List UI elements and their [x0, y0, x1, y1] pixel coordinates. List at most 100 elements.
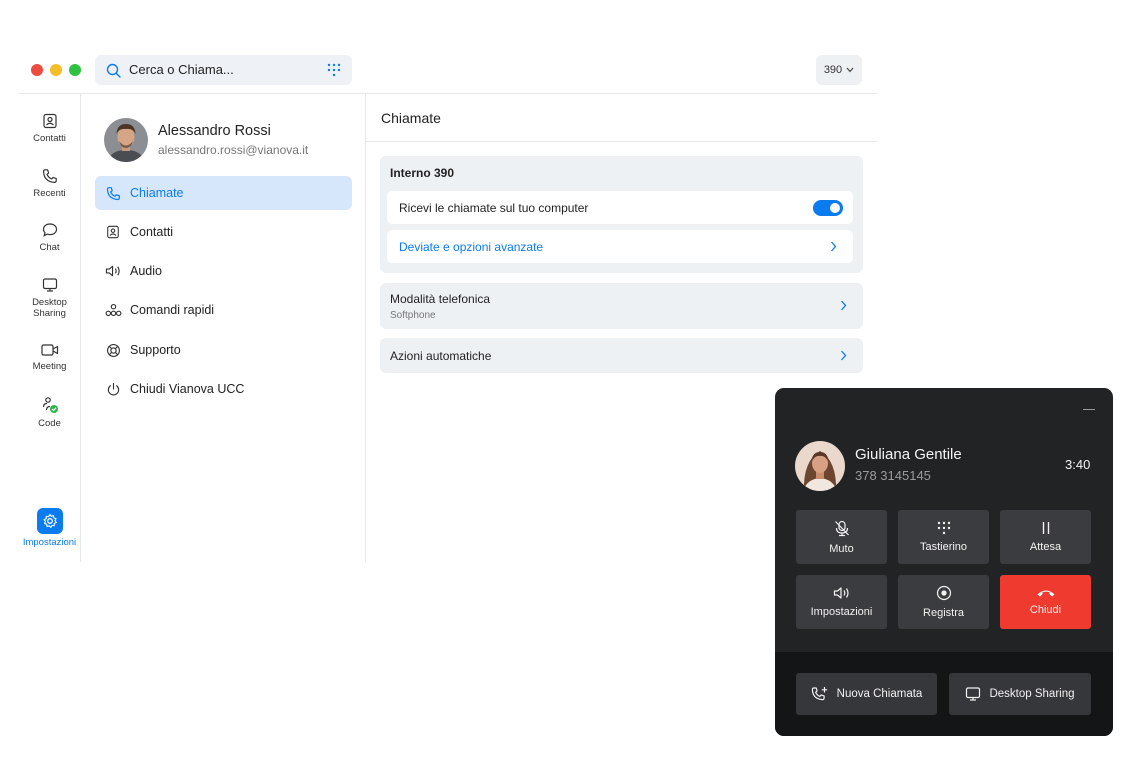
chat-bubble-icon: [42, 222, 58, 238]
settings-button[interactable]: [37, 508, 63, 534]
menu-label: Chiudi Vianova UCC: [130, 382, 245, 396]
search-input[interactable]: Cerca o Chiama...: [129, 62, 234, 77]
receive-calls-label: Ricevi le chiamate sul tuo computer: [399, 200, 589, 215]
close-window-icon[interactable]: [31, 64, 43, 76]
rail-divider: [80, 94, 81, 562]
menu-label: Comandi rapidi: [130, 303, 215, 317]
contacts-icon: [96, 225, 130, 239]
record-label: Registra: [923, 607, 964, 619]
dialpad-icon: [937, 521, 951, 535]
rail-item-contatti[interactable]: Contatti: [19, 113, 80, 144]
pause-icon: [1041, 521, 1051, 535]
interno-header: Interno 390: [390, 166, 455, 180]
dialpad-icon[interactable]: [327, 63, 341, 77]
advanced-options-row[interactable]: Deviate e opzioni avanzate: [387, 230, 853, 263]
call-panel: Giuliana Gentile 378 3145145 3:40 Muto T…: [775, 388, 1113, 736]
gear-icon: [42, 513, 58, 529]
rail-item-recenti[interactable]: Recenti: [19, 168, 80, 199]
chevron-right-icon: [830, 241, 837, 252]
modalita-value: Softphone: [390, 310, 436, 321]
mute-button[interactable]: Muto: [796, 510, 887, 564]
minimize-window-icon[interactable]: [50, 64, 62, 76]
desktop-sharing-label: Desktop Sharing: [989, 688, 1075, 700]
shortcuts-icon: [96, 303, 130, 317]
rail-item-chat[interactable]: Chat: [19, 222, 80, 253]
rail-label: Contatti: [33, 133, 66, 144]
profile-email: alessandro.rossi@vianova.it: [158, 143, 309, 157]
mic-off-icon: [834, 520, 850, 537]
record-button[interactable]: Registra: [898, 575, 989, 629]
search-icon: [106, 63, 121, 78]
extension-selector[interactable]: 390: [816, 55, 862, 85]
chevron-right-icon: [840, 350, 847, 361]
rail-label: Recenti: [33, 188, 66, 199]
audio-settings-button[interactable]: Impostazioni: [796, 575, 887, 629]
menu-item-supporto[interactable]: Supporto: [95, 333, 352, 367]
chevron-right-icon: [840, 300, 847, 311]
caller-number: 378 3145145: [855, 468, 931, 483]
caller-avatar: [795, 441, 845, 491]
menu-item-chiudi[interactable]: Chiudi Vianova UCC: [95, 372, 352, 406]
header-divider: [19, 93, 877, 94]
video-icon: [40, 343, 59, 357]
modalita-title: Modalità telefonica: [390, 292, 491, 306]
hangup-label: Chiudi: [1029, 604, 1062, 616]
phone-icon: [42, 168, 58, 184]
hangup-icon: [1036, 588, 1056, 598]
hold-label: Attesa: [1029, 541, 1062, 553]
menu-label: Chiamate: [130, 186, 184, 200]
menu-label: Audio: [130, 264, 162, 278]
add-call-icon: [811, 686, 829, 702]
receive-calls-toggle[interactable]: [813, 199, 843, 216]
menu-item-comandi-rapidi[interactable]: Comandi rapidi: [95, 293, 352, 327]
caller-name: Giuliana Gentile: [855, 446, 962, 463]
speaker-icon: [833, 586, 851, 600]
hangup-button[interactable]: Chiudi: [1000, 575, 1091, 629]
new-call-button[interactable]: Nuova Chiamata: [796, 673, 937, 715]
audio-settings-label: Impostazioni: [810, 606, 873, 618]
chevron-down-icon: [846, 67, 854, 73]
record-icon: [936, 585, 952, 601]
receive-calls-row[interactable]: Ricevi le chiamate sul tuo computer: [387, 191, 853, 224]
extension-value: 390: [823, 64, 843, 76]
azioni-row[interactable]: Azioni automatiche: [380, 338, 863, 373]
rail-item-code[interactable]: Code: [19, 396, 80, 429]
rail-item-meeting[interactable]: Meeting: [19, 343, 80, 372]
hold-button[interactable]: Attesa: [1000, 510, 1091, 564]
queue-icon: [41, 396, 59, 414]
search-bar[interactable]: Cerca o Chiama...: [95, 55, 352, 85]
settings-label: Impostazioni: [22, 537, 77, 548]
page-title: Chiamate: [381, 110, 441, 126]
keypad-label: Tastierino: [919, 541, 968, 553]
modalita-row[interactable]: Modalità telefonica Softphone: [380, 283, 863, 329]
call-duration: 3:40: [1065, 457, 1091, 472]
keypad-button[interactable]: Tastierino: [898, 510, 989, 564]
profile-name: Alessandro Rossi: [158, 123, 271, 139]
menu-label: Supporto: [130, 343, 181, 357]
monitor-icon: [965, 686, 981, 702]
desktop-sharing-button[interactable]: Desktop Sharing: [949, 673, 1091, 715]
menu-item-contatti[interactable]: Contatti: [95, 215, 352, 249]
rail-label: Chat: [39, 242, 60, 253]
avatar: [104, 118, 148, 162]
azioni-title: Azioni automatiche: [390, 349, 492, 363]
title-divider: [366, 141, 877, 142]
rail-label: Code: [38, 418, 61, 429]
rail-item-desktop-sharing[interactable]: Desktop Sharing: [19, 277, 80, 319]
maximize-window-icon[interactable]: [69, 64, 81, 76]
rail-label: Desktop Sharing: [32, 297, 67, 319]
minimize-icon[interactable]: [1083, 409, 1095, 410]
lifebuoy-icon: [96, 343, 130, 358]
menu-item-chiamate[interactable]: Chiamate: [95, 176, 352, 210]
menu-item-audio[interactable]: Audio: [95, 254, 352, 288]
rail-label: Meeting: [32, 361, 67, 372]
menu-label: Contatti: [130, 225, 174, 239]
phone-icon: [96, 186, 130, 201]
menu-divider: [365, 94, 366, 562]
new-call-label: Nuova Chiamata: [836, 688, 923, 700]
speaker-icon: [96, 264, 130, 278]
advanced-options-link[interactable]: Deviate e opzioni avanzate: [399, 240, 830, 254]
power-icon: [96, 382, 130, 397]
contacts-icon: [42, 113, 58, 129]
mute-label: Muto: [829, 542, 854, 555]
